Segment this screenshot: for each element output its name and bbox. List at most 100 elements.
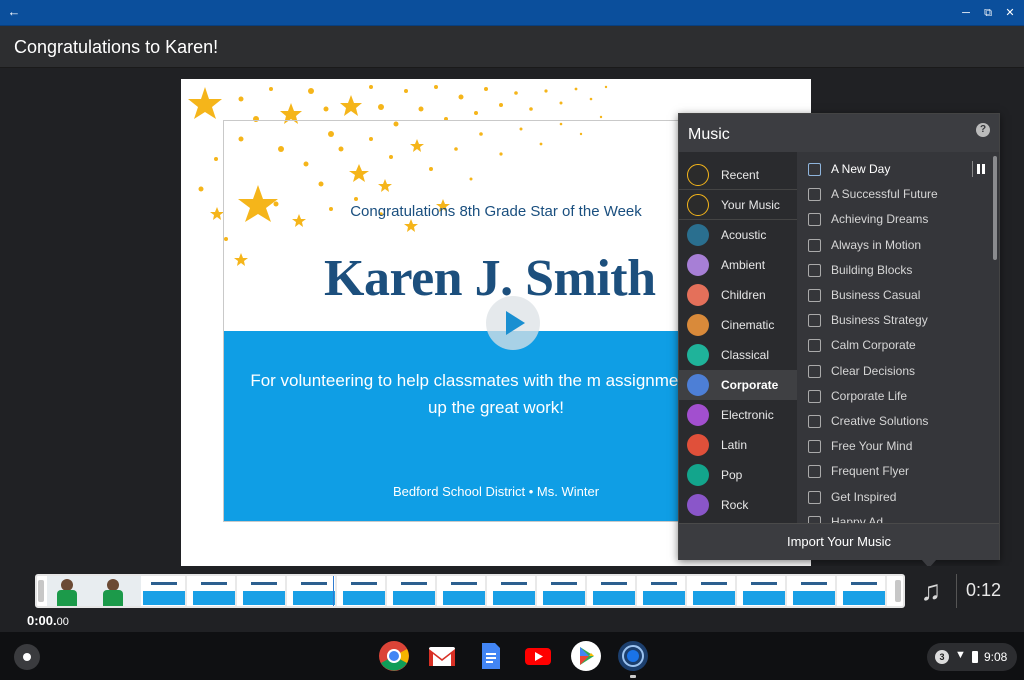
track-item[interactable]: Business Casual <box>798 283 988 308</box>
playhead[interactable] <box>333 576 334 606</box>
minimize-icon[interactable]: ─ <box>958 5 974 21</box>
track-item[interactable]: Achieving Dreams <box>798 207 988 232</box>
slide-student-name: Karen J. Smith <box>324 250 656 307</box>
track-item[interactable]: Get Inspired <box>798 485 988 510</box>
genre-item-electronic[interactable]: Electronic <box>679 400 797 430</box>
track-item[interactable]: Creative Solutions <box>798 409 988 434</box>
track-checkbox[interactable] <box>808 188 821 202</box>
track-item[interactable]: Frequent Flyer <box>798 459 988 484</box>
help-icon[interactable]: ? <box>976 123 990 137</box>
genre-item-children[interactable]: Children <box>679 280 797 310</box>
genre-item-corporate[interactable]: Corporate <box>679 370 797 400</box>
gmail-icon[interactable] <box>426 640 458 672</box>
music-note-icon[interactable]: ♫ <box>916 574 946 608</box>
music-panel-header: Music ? <box>679 114 999 152</box>
slide-thumbnail <box>591 576 637 606</box>
track-title: Building Blocks <box>831 262 913 277</box>
youtube-icon[interactable] <box>522 640 554 672</box>
thumbnail-title <box>251 582 277 585</box>
import-music-button[interactable]: Import Your Music <box>679 523 999 560</box>
track-checkbox[interactable] <box>808 238 821 252</box>
rock-icon <box>687 494 709 516</box>
os-shelf: 3 ▼ 9:08 <box>0 632 1024 680</box>
now-playing-icon[interactable] <box>808 163 821 176</box>
track-checkbox[interactable] <box>808 490 821 504</box>
close-icon[interactable]: ✕ <box>1002 5 1018 21</box>
track-item[interactable]: Happy Ad <box>798 510 988 523</box>
active-app-indicator <box>630 675 636 678</box>
track-item[interactable]: Building Blocks <box>798 258 988 283</box>
track-checkbox[interactable] <box>808 515 821 523</box>
track-item[interactable]: Calm Corporate <box>798 333 988 358</box>
star-medium-2 <box>340 95 362 116</box>
play-button[interactable] <box>486 296 540 350</box>
track-checkbox[interactable] <box>808 364 821 378</box>
track-checkbox[interactable] <box>808 289 821 302</box>
play-store-icon[interactable] <box>570 640 602 672</box>
current-time-ms: 00 <box>56 616 69 628</box>
track-item[interactable]: Business Strategy <box>798 308 988 333</box>
genre-label: Cinematic <box>721 318 775 332</box>
track-item[interactable]: Free Your Mind <box>798 434 988 459</box>
genre-label: Recent <box>721 168 760 182</box>
pause-icon <box>977 164 980 174</box>
genre-item-pop[interactable]: Pop <box>679 460 797 490</box>
track-title: Calm Corporate <box>831 338 916 353</box>
track-item[interactable]: A New Day <box>798 157 988 182</box>
genre-item-classical[interactable]: Classical <box>679 340 797 370</box>
back-arrow-icon[interactable]: ← <box>6 4 22 20</box>
slide-thumbnail <box>191 576 237 606</box>
track-checkbox[interactable] <box>808 389 821 403</box>
screen-recorder-icon[interactable] <box>617 640 649 672</box>
track-title: Always in Motion <box>831 237 922 252</box>
thumbnail-banner <box>343 591 385 605</box>
thumbnail-banner <box>243 591 285 605</box>
filmstrip[interactable] <box>35 574 905 608</box>
track-checkbox[interactable] <box>808 440 821 454</box>
track-item[interactable]: Clear Decisions <box>798 359 988 384</box>
docs-icon[interactable] <box>474 640 506 672</box>
track-title: Free Your Mind <box>831 439 913 454</box>
wifi-icon: ▼ <box>955 649 966 661</box>
track-item[interactable]: A Successful Future <box>798 182 988 207</box>
genre-label: Corporate <box>721 378 779 392</box>
track-title: A Successful Future <box>831 187 938 202</box>
genre-item-recent[interactable]: Recent <box>679 160 797 190</box>
track-item[interactable]: Always in Motion <box>798 233 988 258</box>
filmstrip-start-handle[interactable] <box>38 580 44 602</box>
photo-thumbnail <box>93 576 141 606</box>
restore-icon[interactable]: ⧉ <box>980 5 996 21</box>
track-list-scrollbar[interactable] <box>993 156 997 260</box>
genre-item-your-music[interactable]: Your Music <box>679 190 797 220</box>
thumbnail-title <box>751 582 777 585</box>
launcher-button[interactable] <box>14 644 40 670</box>
thumbnail-title <box>151 582 177 585</box>
genre-item-cinematic[interactable]: Cinematic <box>679 310 797 340</box>
genre-item-ambient[interactable]: Ambient <box>679 250 797 280</box>
track-checkbox[interactable] <box>808 465 821 479</box>
thumbnail-banner <box>493 591 535 605</box>
filmstrip-end-handle[interactable] <box>895 580 901 602</box>
track-checkbox[interactable] <box>808 213 821 227</box>
project-title[interactable]: Congratulations to Karen! <box>14 37 218 58</box>
genre-item-rock[interactable]: Rock <box>679 490 797 520</box>
track-title: Achieving Dreams <box>831 212 929 227</box>
chrome-icon[interactable] <box>378 640 410 672</box>
thumbnail-banner <box>643 591 685 605</box>
slide-thumbnail <box>741 576 787 606</box>
pause-button[interactable] <box>972 161 988 177</box>
launcher-icon <box>23 653 31 661</box>
genre-label: Acoustic <box>721 228 767 242</box>
track-checkbox[interactable] <box>808 415 821 428</box>
track-item[interactable]: Corporate Life <box>798 384 988 409</box>
genre-label: Classical <box>721 348 770 362</box>
track-checkbox[interactable] <box>808 314 821 328</box>
track-checkbox[interactable] <box>808 263 821 277</box>
timeline: 0:00.00 ♫ 0:12 <box>0 566 1024 632</box>
classical-icon <box>687 344 709 366</box>
status-tray[interactable]: 3 ▼ 9:08 <box>927 643 1017 671</box>
genre-item-acoustic[interactable]: Acoustic <box>679 220 797 250</box>
thumbnail-title <box>651 582 677 585</box>
track-checkbox[interactable] <box>808 339 821 353</box>
genre-item-latin[interactable]: Latin <box>679 430 797 460</box>
